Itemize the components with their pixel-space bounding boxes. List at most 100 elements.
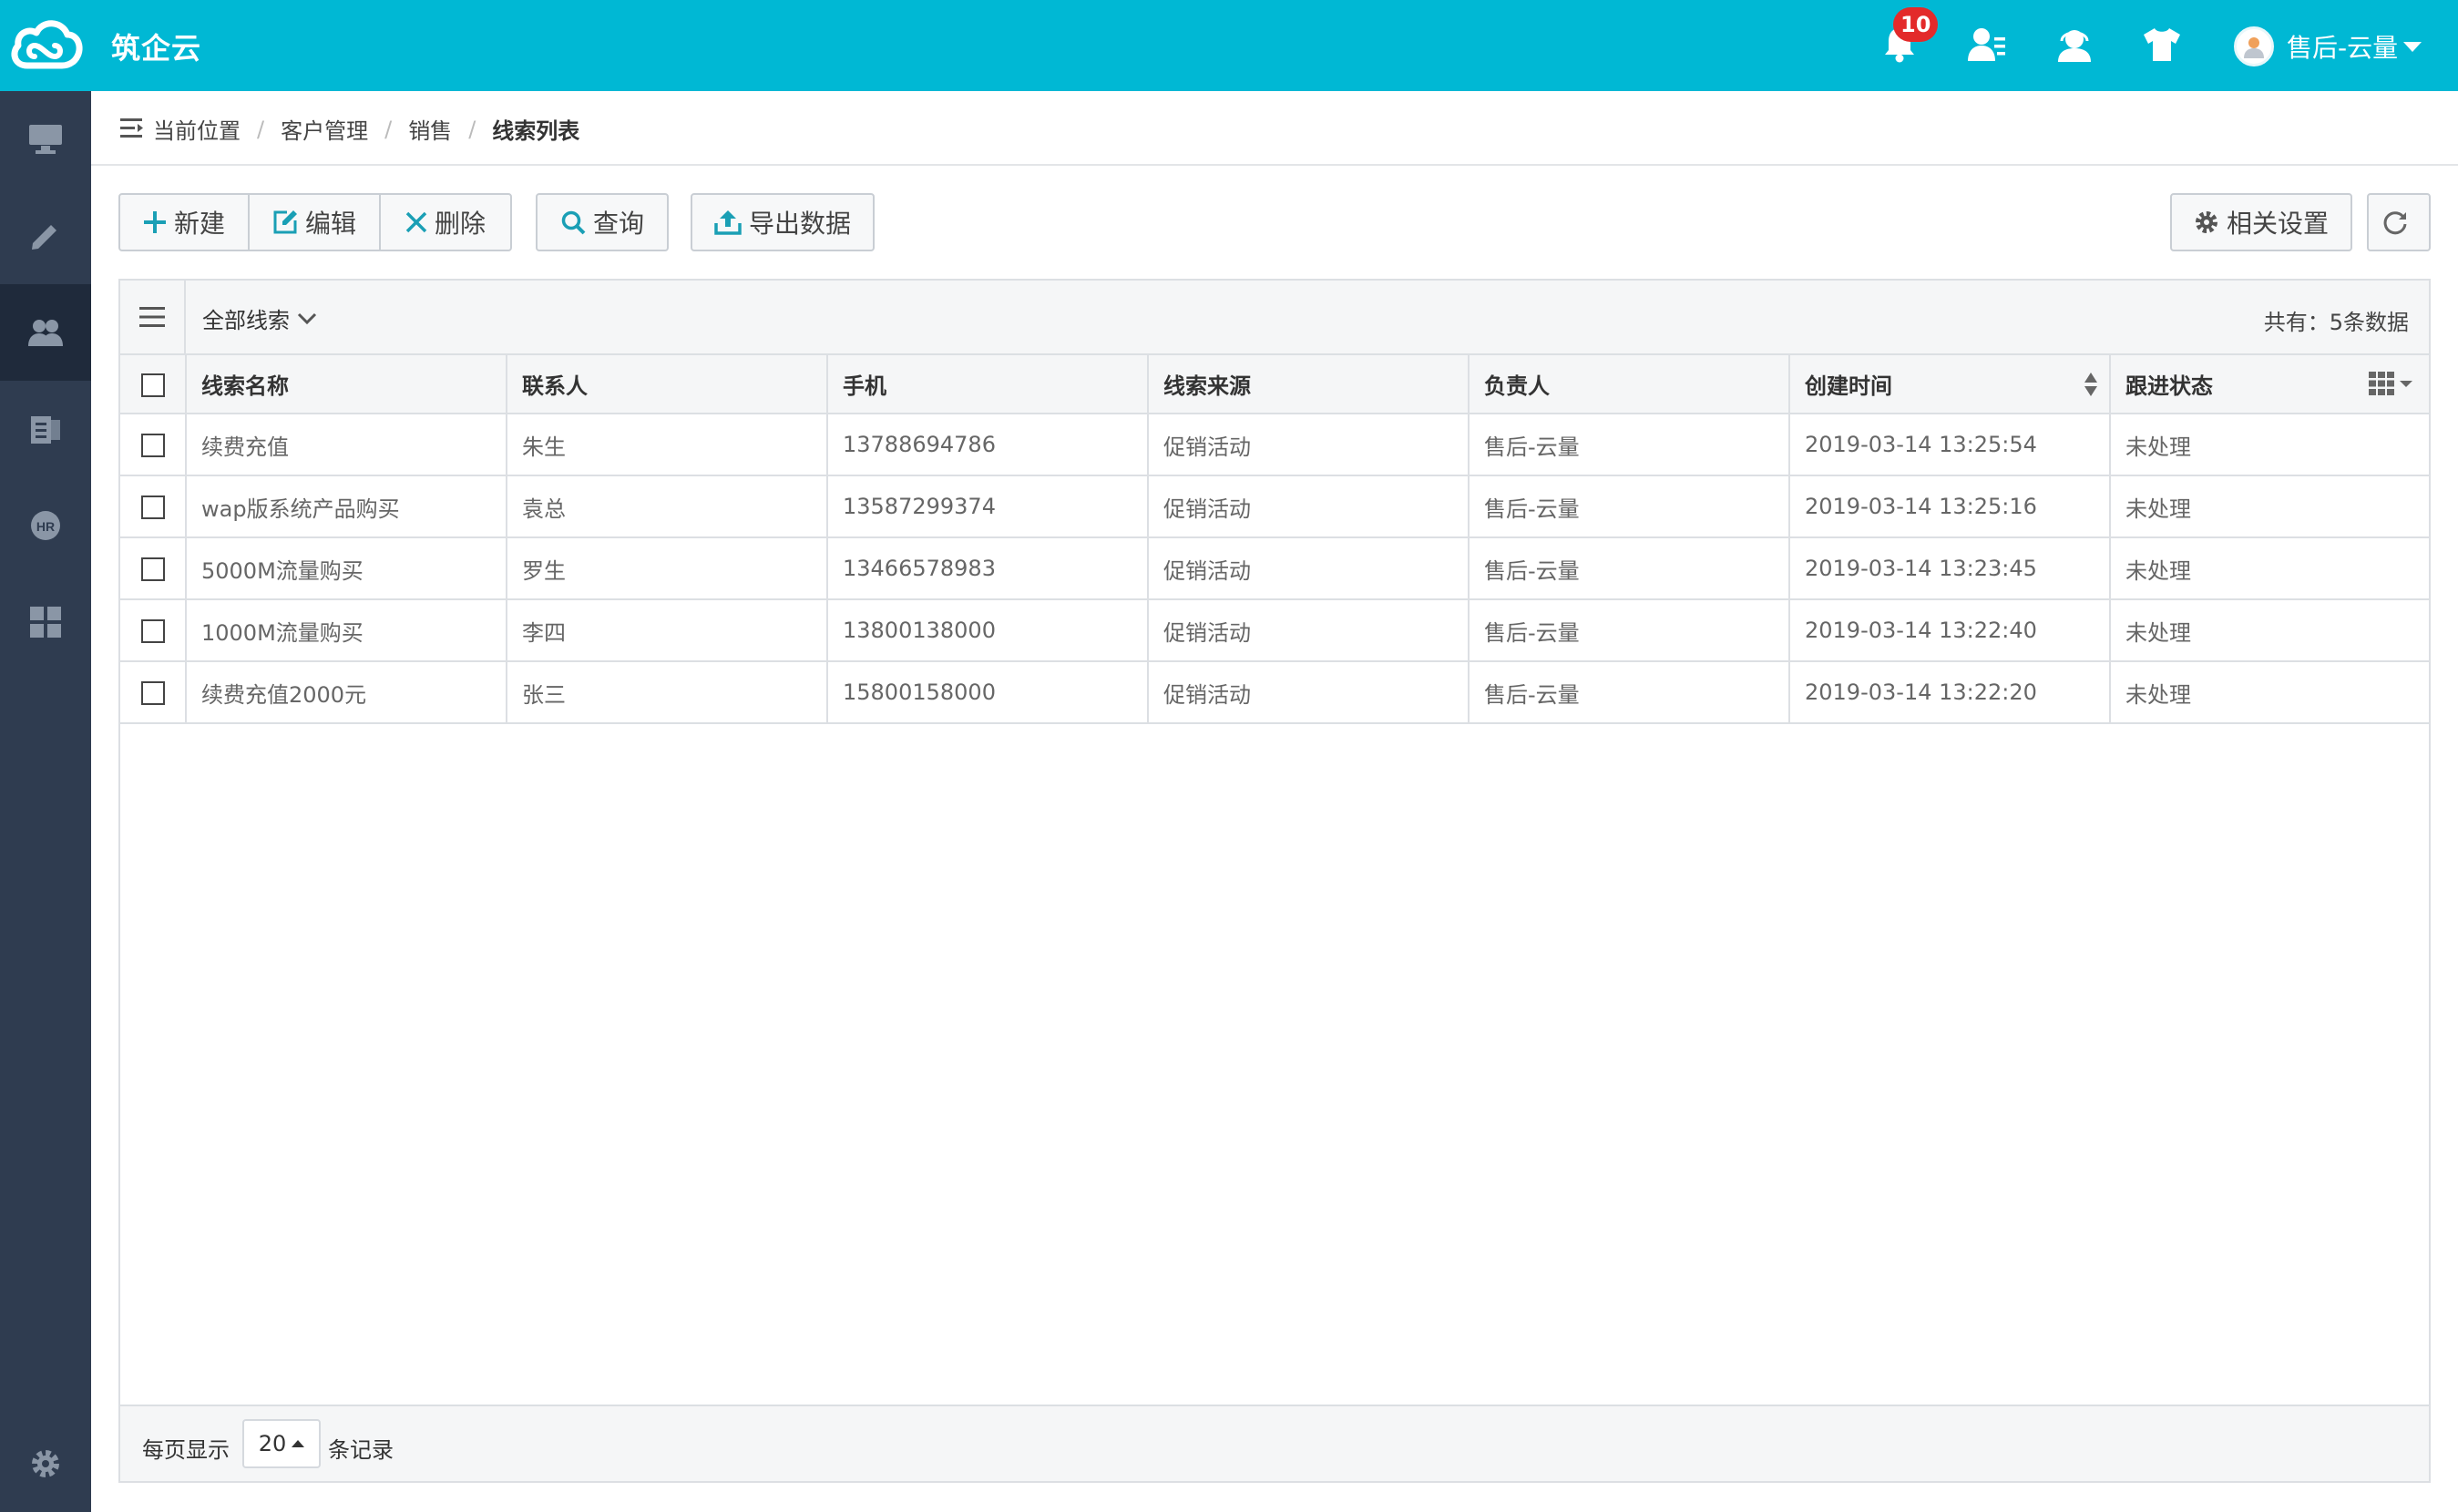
phone-cell: 13587299374	[827, 475, 1149, 538]
lead-list-panel: 全部线索 共有：5条数据 线索名称 联系人 手机 线索来源 负责人 创建时间 跟…	[118, 279, 2431, 1483]
new-button[interactable]: 新建	[120, 195, 250, 250]
lead-filter-dropdown[interactable]: 全部线索	[202, 302, 317, 334]
row-select-cell	[120, 414, 187, 476]
sidebar-item-documents[interactable]	[0, 381, 91, 477]
phone-cell: 15800158000	[827, 661, 1149, 724]
contact-cell: 袁总	[507, 475, 828, 538]
lead-name-link[interactable]: 续费充值2000元	[186, 661, 507, 724]
owner-cell: 售后-云量	[1469, 661, 1790, 724]
select-all-cell	[120, 355, 187, 414]
export-button[interactable]: 导出数据	[691, 193, 875, 251]
refresh-button[interactable]	[2367, 193, 2431, 251]
record-count: 共有：5条数据	[2263, 310, 2409, 335]
panel-header: 全部线索 共有：5条数据	[120, 281, 2429, 355]
avatar	[2234, 26, 2274, 66]
column-header-source[interactable]: 线索来源	[1148, 355, 1470, 414]
breadcrumb: 当前位置 / 客户管理 / 销售 / 线索列表	[153, 113, 579, 145]
breadcrumb-customer-management[interactable]: 客户管理	[281, 113, 368, 145]
column-header-status[interactable]: 跟进状态	[2110, 355, 2429, 414]
chevron-down-icon	[2400, 380, 2412, 387]
chevron-down-icon	[2403, 41, 2422, 52]
row-checkbox[interactable]	[140, 557, 165, 581]
source-cell: 促销活动	[1148, 661, 1470, 724]
lead-table: 线索名称 联系人 手机 线索来源 负责人 创建时间 跟进状态 续费充值 朱生 1…	[120, 355, 2429, 724]
refresh-icon	[2383, 211, 2407, 235]
edit-button[interactable]: 编辑	[250, 195, 381, 250]
menu-toggle-button[interactable]	[120, 281, 186, 353]
row-checkbox[interactable]	[140, 681, 165, 705]
related-settings-label: 相关设置	[2226, 209, 2329, 239]
row-checkbox[interactable]	[140, 495, 165, 519]
table-row[interactable]: wap版系统产品购买 袁总 13587299374 促销活动 售后-云量 201…	[120, 475, 2429, 538]
breadcrumb-separator: /	[257, 116, 265, 142]
column-header-lead-name[interactable]: 线索名称	[186, 355, 507, 414]
delete-button-label: 删除	[434, 209, 486, 239]
contact-cell: 罗生	[507, 537, 828, 600]
row-select-cell	[120, 599, 187, 662]
cloud-logo-icon[interactable]	[7, 13, 84, 73]
phone-cell: 13800138000	[827, 599, 1149, 662]
user-menu[interactable]: 售后-云量	[2234, 24, 2422, 69]
menu-indent-icon[interactable]	[120, 117, 144, 144]
created-time-cell: 2019-03-14 13:23:45	[1789, 537, 2111, 600]
table-row[interactable]: 1000M流量购买 李四 13800138000 促销活动 售后-云量 2019…	[120, 599, 2429, 662]
lead-name-link[interactable]: 1000M流量购买	[186, 599, 507, 662]
lead-name-link[interactable]: wap版系统产品购买	[186, 475, 507, 538]
sidebar-item-apps[interactable]	[0, 574, 91, 670]
delete-button[interactable]: 删除	[381, 195, 510, 250]
columns-grid-icon	[2369, 372, 2394, 395]
upload-icon	[714, 210, 742, 235]
chevron-down-icon	[297, 312, 317, 324]
contact-cell: 张三	[507, 661, 828, 724]
owner-cell: 售后-云量	[1469, 475, 1790, 538]
sort-icon[interactable]	[2084, 372, 2098, 397]
filter-label: 全部线索	[202, 308, 290, 333]
grid-icon	[30, 607, 61, 638]
crud-button-group: 新建 编辑 删除	[118, 193, 512, 251]
chevron-up-icon	[292, 1440, 305, 1447]
table-row[interactable]: 5000M流量购买 罗生 13466578983 促销活动 售后-云量 2019…	[120, 537, 2429, 600]
gear-icon	[32, 1450, 59, 1477]
select-all-checkbox[interactable]	[140, 373, 165, 397]
source-cell: 促销活动	[1148, 475, 1470, 538]
sidebar-item-customers[interactable]	[0, 284, 91, 381]
column-header-created-time[interactable]: 创建时间	[1789, 355, 2111, 414]
lead-name-link[interactable]: 续费充值	[186, 414, 507, 476]
sidebar-item-edit[interactable]	[0, 188, 91, 284]
column-header-owner[interactable]: 负责人	[1469, 355, 1790, 414]
query-button[interactable]: 查询	[536, 193, 669, 251]
edit-icon	[273, 210, 297, 234]
row-checkbox[interactable]	[140, 619, 165, 643]
page-size-select[interactable]: 20	[242, 1419, 321, 1468]
status-cell: 未处理	[2110, 661, 2429, 724]
contact-cell: 朱生	[507, 414, 828, 476]
tshirt-icon[interactable]	[2139, 22, 2185, 67]
column-chooser-button[interactable]	[2369, 372, 2412, 395]
row-select-cell	[120, 475, 187, 538]
related-settings-button[interactable]: 相关设置	[2170, 193, 2352, 251]
phone-cell: 13466578983	[827, 537, 1149, 600]
column-header-phone[interactable]: 手机	[827, 355, 1149, 414]
row-select-cell	[120, 661, 187, 724]
pencil-icon	[32, 225, 56, 250]
new-button-label: 新建	[173, 209, 225, 239]
sidebar-item-hr[interactable]: HR	[0, 477, 91, 574]
column-header-status-label: 跟进状态	[2125, 373, 2213, 399]
breadcrumb-sales[interactable]: 销售	[408, 113, 452, 145]
lead-name-link[interactable]: 5000M流量购买	[186, 537, 507, 600]
top-bar: 筑企云 10 售后-云量	[0, 0, 2458, 91]
customer-service-icon[interactable]	[2052, 22, 2097, 67]
created-time-cell: 2019-03-14 13:25:54	[1789, 414, 2111, 476]
status-cell: 未处理	[2110, 414, 2429, 476]
table-row[interactable]: 续费充值2000元 张三 15800158000 促销活动 售后-云量 2019…	[120, 661, 2429, 724]
column-header-contact[interactable]: 联系人	[507, 355, 828, 414]
created-time-cell: 2019-03-14 13:22:40	[1789, 599, 2111, 662]
plus-icon	[143, 211, 166, 233]
table-row[interactable]: 续费充值 朱生 13788694786 促销活动 售后-云量 2019-03-1…	[120, 414, 2429, 476]
column-header-created-time-label: 创建时间	[1805, 373, 1892, 399]
contact-card-icon[interactable]	[1964, 22, 2010, 67]
row-checkbox[interactable]	[140, 434, 165, 457]
sidebar-item-settings[interactable]	[0, 1415, 91, 1512]
sidebar-item-desktop[interactable]	[0, 91, 91, 188]
notification-badge: 10	[1893, 7, 1939, 42]
